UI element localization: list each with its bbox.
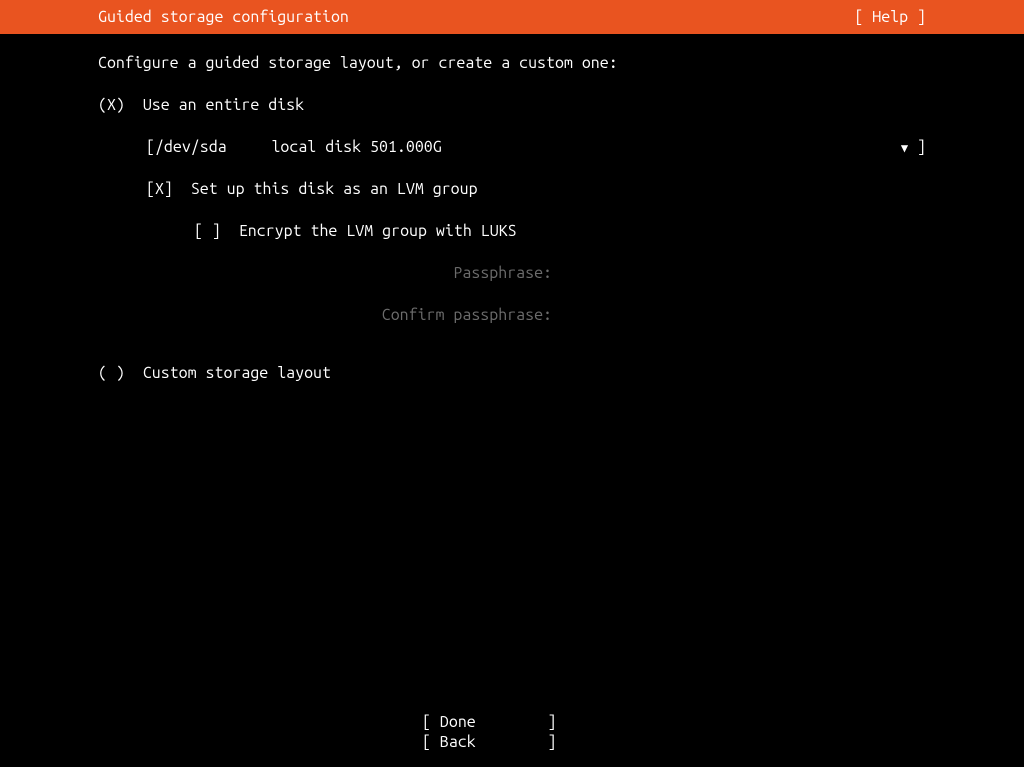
chevron-down-icon: ▼ ]: [901, 138, 926, 156]
checkbox-luks[interactable]: [ ] Encrypt the LVM group with LUKS: [194, 222, 926, 240]
disk-select-close: ]: [908, 138, 926, 156]
disk-select-dropdown[interactable]: [ /dev/sda local disk 501.000G ▼ ]: [146, 138, 926, 156]
done-button[interactable]: [ Done ]: [422, 713, 602, 731]
main-content: Configure a guided storage layout, or cr…: [0, 34, 1024, 382]
checkbox-luks-mark: [ ]: [194, 222, 221, 240]
back-button[interactable]: [ Back ]: [422, 733, 602, 751]
disk-select-open: [: [146, 138, 155, 156]
confirm-passphrase-label: Confirm passphrase:: [242, 306, 552, 324]
checkbox-lvm-mark: [X]: [146, 180, 173, 198]
checkbox-lvm-label: Set up this disk as an LVM group: [191, 180, 478, 198]
help-button[interactable]: [ Help ]: [854, 8, 1024, 26]
radio-entire-disk[interactable]: (X) Use an entire disk: [98, 96, 926, 114]
footer-buttons: [ Done ] [ Back ]: [0, 713, 1024, 753]
header-bar: Guided storage configuration [ Help ]: [0, 0, 1024, 34]
radio-entire-disk-mark: (X): [98, 96, 125, 114]
checkbox-lvm[interactable]: [X] Set up this disk as an LVM group: [146, 180, 926, 198]
radio-custom-label: Custom storage layout: [143, 364, 331, 382]
passphrase-label: Passphrase:: [242, 264, 552, 282]
disk-select-device: /dev/sda: [155, 138, 227, 156]
intro-text: Configure a guided storage layout, or cr…: [98, 54, 926, 72]
radio-entire-disk-label: Use an entire disk: [143, 96, 304, 114]
radio-custom-layout[interactable]: ( ) Custom storage layout: [98, 364, 926, 382]
disk-select-desc: local disk 501.000G: [271, 138, 441, 156]
page-title: Guided storage configuration: [0, 8, 349, 26]
radio-custom-mark: ( ): [98, 364, 125, 382]
checkbox-luks-label: Encrypt the LVM group with LUKS: [239, 222, 517, 240]
